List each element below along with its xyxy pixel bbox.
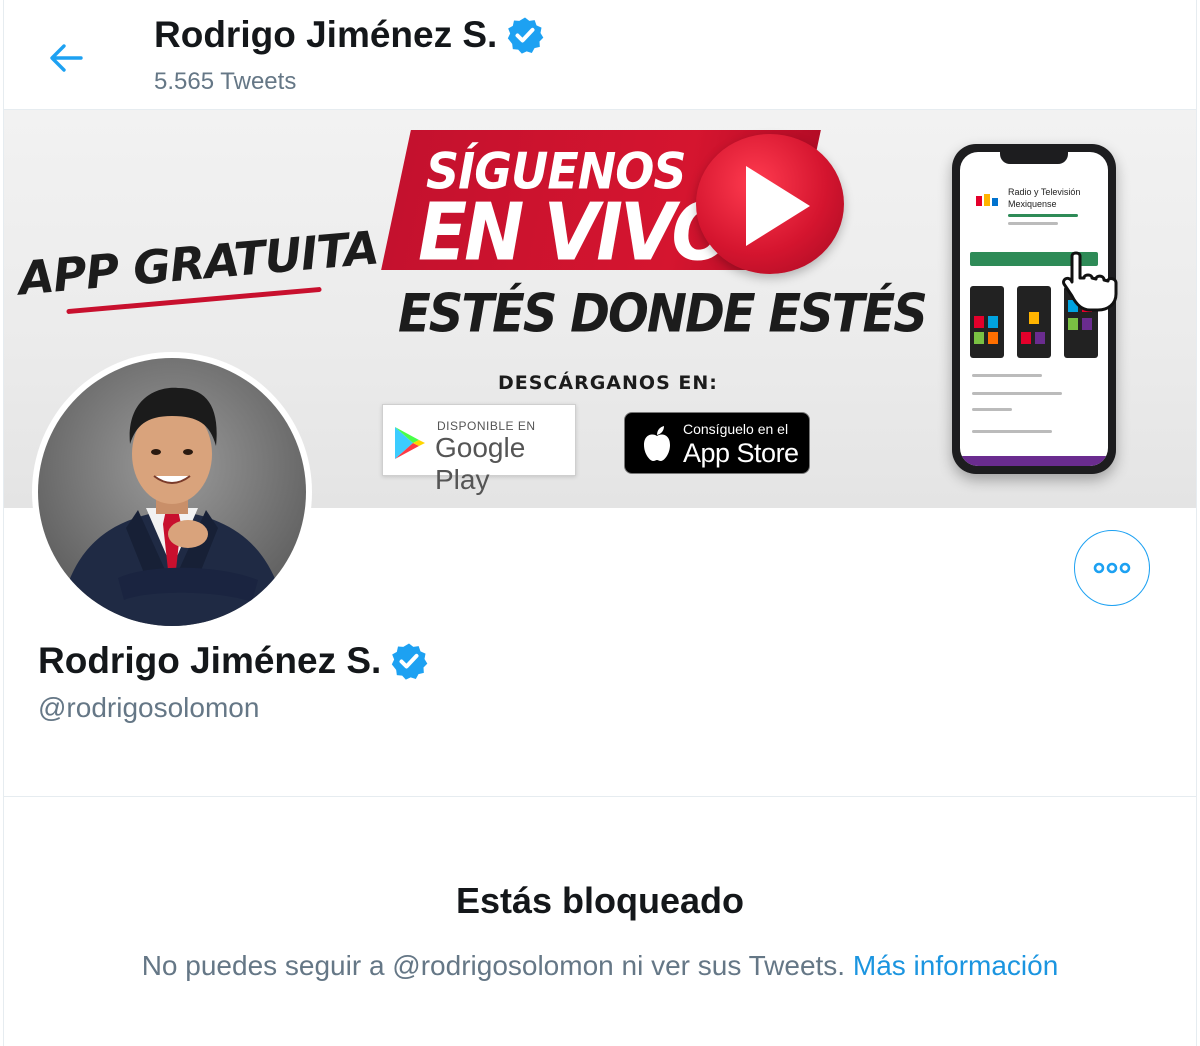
- phone-screenshot-2: [1017, 286, 1051, 358]
- header-name: Rodrigo Jiménez S.: [154, 14, 498, 55]
- app-store-big-text: App Store: [683, 438, 799, 468]
- phone-subtitle-line: [1008, 214, 1078, 217]
- phone-app-title: Radio y Televisión Mexiquense: [1008, 187, 1081, 209]
- tv-mexiquense-logo-icon: [976, 194, 998, 206]
- phone-text-line-1: [972, 374, 1042, 377]
- header-title: Rodrigo Jiménez S.: [154, 14, 545, 56]
- person-portrait-icon: [58, 387, 288, 626]
- verified-badge-icon: [508, 17, 544, 54]
- banner-app-gratuita: APP GRATUITA: [16, 220, 381, 306]
- profile-display-name: Rodrigo Jiménez S.: [38, 640, 382, 681]
- more-dots-icon: [1093, 562, 1131, 574]
- profile-handle: @rodrigosolomon: [38, 692, 260, 723]
- phone-bottom-bar: [960, 456, 1108, 466]
- app-store-badge: Consíguelo en el App Store: [624, 412, 810, 474]
- back-button[interactable]: [40, 34, 92, 82]
- google-play-icon: [395, 427, 425, 459]
- top-header: Rodrigo Jiménez S. 5.565 Tweets: [4, 0, 1196, 110]
- google-play-big-text: Google Play: [435, 432, 526, 495]
- arrow-left-icon: [50, 44, 83, 72]
- play-icon: [746, 166, 810, 246]
- phone-meta-line: [1008, 222, 1058, 225]
- phone-text-line-2: [972, 392, 1062, 395]
- profile-page: Rodrigo Jiménez S. 5.565 Tweets APP GRAT…: [3, 0, 1197, 1046]
- blocked-message: No puedes seguir a @rodrigosolomon ni ve…: [4, 950, 1196, 982]
- section-divider: [4, 796, 1196, 797]
- app-store-small-text: Consíguelo en el: [683, 421, 789, 437]
- profile-name: Rodrigo Jiménez S.: [38, 640, 429, 682]
- more-info-link[interactable]: Más información: [853, 950, 1058, 981]
- more-options-button[interactable]: [1074, 530, 1150, 606]
- banner-en-vivo: EN VIVO: [418, 185, 733, 279]
- apple-icon: [644, 426, 670, 461]
- blocked-message-text: No puedes seguir a @rodrigosolomon ni ve…: [141, 950, 846, 981]
- banner-descarganos: DESCÁRGANOS EN:: [498, 372, 718, 394]
- phone-screenshot-1: [970, 286, 1004, 358]
- google-play-small-text: DISPONIBLE EN: [437, 419, 536, 433]
- tweet-count: 5.565 Tweets: [154, 68, 297, 95]
- pointing-hand-icon: [1062, 251, 1118, 312]
- profile-avatar[interactable]: [32, 352, 312, 632]
- banner-estes-donde-estes: ESTÉS DONDE ESTÉS: [398, 283, 928, 345]
- google-play-badge: DISPONIBLE EN Google Play: [382, 404, 576, 495]
- phone-notch: [1000, 152, 1068, 164]
- avatar-photo: [38, 358, 306, 626]
- blocked-title: Estás bloqueado: [455, 880, 745, 921]
- phone-text-line-3: [972, 408, 1012, 411]
- verified-badge-icon: [392, 643, 428, 680]
- phone-text-line-4: [972, 430, 1052, 433]
